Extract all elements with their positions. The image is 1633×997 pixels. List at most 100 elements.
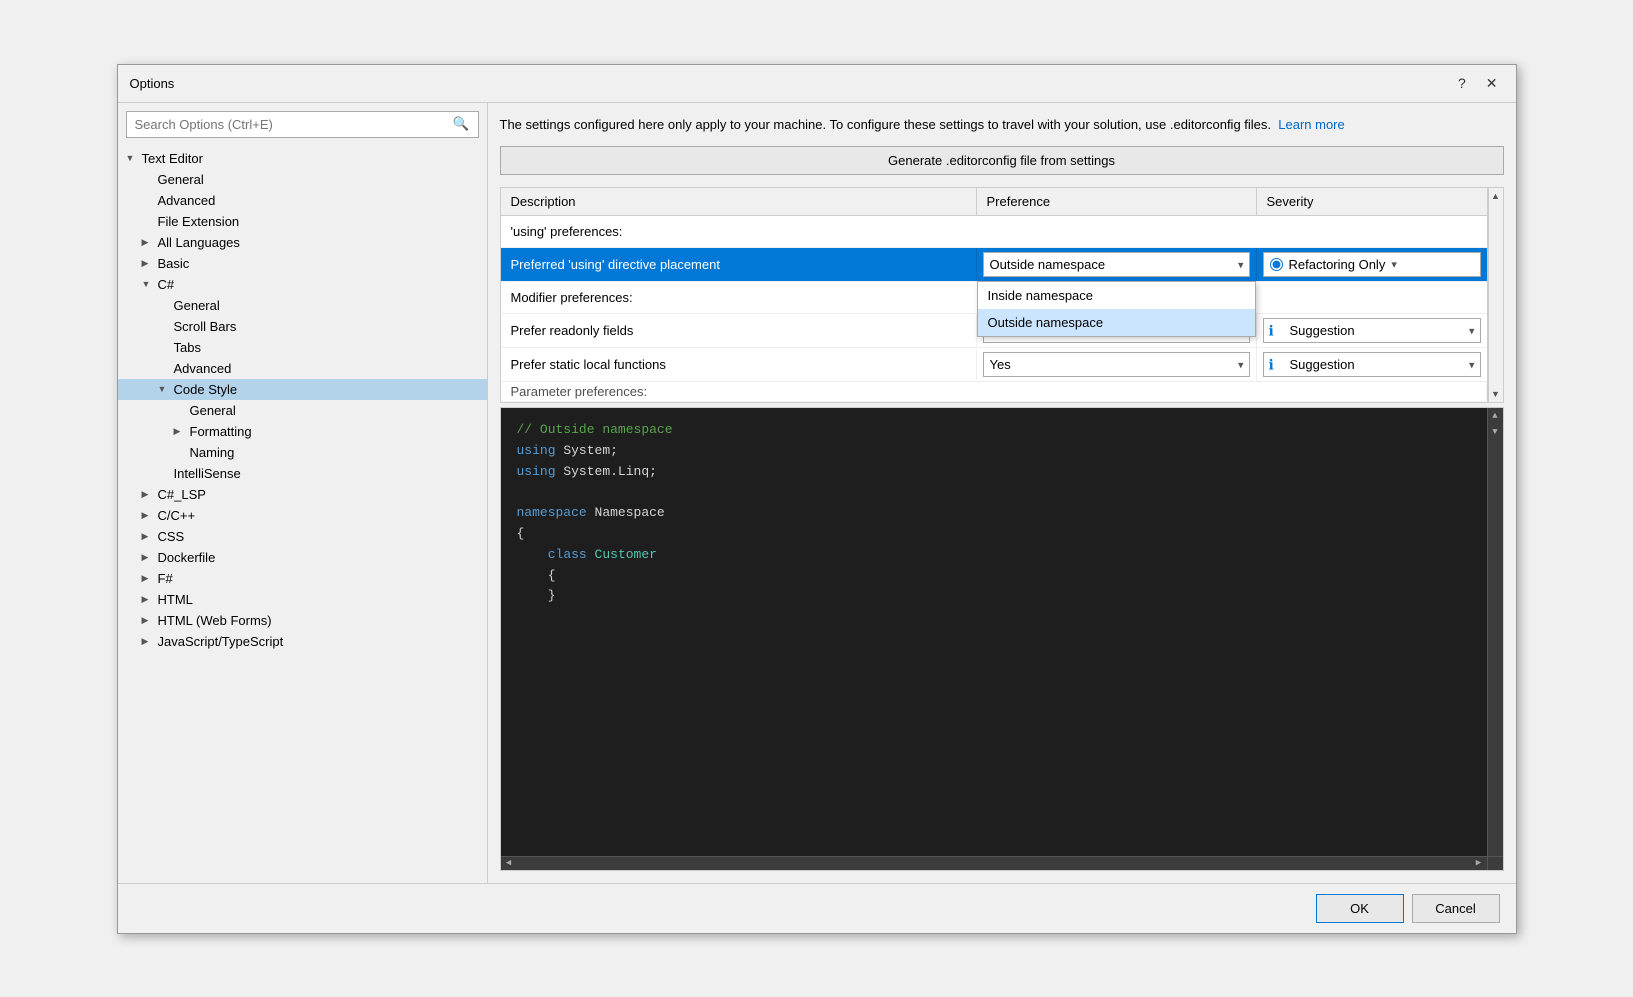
tree-arrow: ▼: [158, 384, 174, 394]
tree-label: Tabs: [174, 340, 201, 355]
tree-item-text-editor[interactable]: ▼Text Editor: [118, 148, 487, 169]
learn-more-link[interactable]: Learn more: [1278, 117, 1344, 132]
code-scrollbar-right[interactable]: ▲ ▼: [1487, 408, 1503, 856]
row-severity[interactable]: Refactoring Only ▾: [1257, 248, 1487, 281]
dialog-body: 🔍 ▼Text EditorGeneralAdvancedFile Extens…: [118, 103, 1516, 883]
tree-item-advanced-cs[interactable]: Advanced: [118, 358, 487, 379]
right-panel: The settings configured here only apply …: [488, 103, 1516, 883]
partial-description: Parameter preferences:: [501, 384, 1487, 399]
tree-item-code-style[interactable]: ▼Code Style: [118, 379, 487, 400]
tree-label: General: [158, 172, 204, 187]
preference-select[interactable]: Yes No: [983, 352, 1250, 377]
help-button[interactable]: ?: [1452, 73, 1472, 93]
row-description: Prefer static local functions: [501, 349, 977, 380]
code-line: {: [517, 566, 1487, 587]
row-severity[interactable]: Suggestion Warning Error None: [1257, 314, 1487, 347]
severity-select[interactable]: Suggestion Warning Error None: [1263, 318, 1481, 343]
severity-radio[interactable]: [1270, 258, 1283, 271]
tree-item-general[interactable]: General: [118, 169, 487, 190]
tree-item-javascript[interactable]: ▶JavaScript/TypeScript: [118, 631, 487, 652]
severity-radio-wrapper: Refactoring Only ▾: [1263, 252, 1481, 277]
left-panel: 🔍 ▼Text EditorGeneralAdvancedFile Extens…: [118, 103, 488, 883]
tree-item-formatting[interactable]: ▶Formatting: [118, 421, 487, 442]
code-text: {: [517, 526, 525, 541]
title-bar-controls: ? ✕: [1452, 73, 1504, 94]
tree-label: General: [174, 298, 220, 313]
tree-label: HTML: [158, 592, 193, 607]
tree-label: All Languages: [158, 235, 240, 250]
dropdown-option-inside[interactable]: Inside namespace: [978, 282, 1255, 309]
tree-arrow: ▶: [142, 237, 158, 248]
row-severity[interactable]: Suggestion Warning Error None: [1257, 348, 1487, 381]
info-text: The settings configured here only apply …: [500, 115, 1504, 135]
table-row[interactable]: Preferred 'using' directive placement Ou…: [501, 248, 1487, 282]
code-scroll-down[interactable]: ▼: [1488, 424, 1503, 440]
tree-label: Text Editor: [142, 151, 203, 166]
tree-label: Naming: [190, 445, 235, 460]
tree-container: ▼Text EditorGeneralAdvancedFile Extensio…: [118, 146, 487, 883]
tree-item-dockerfile[interactable]: ▶Dockerfile: [118, 547, 487, 568]
tree-arrow: ▶: [174, 426, 190, 437]
code-scrollbar-horizontal[interactable]: ◀ ▶: [501, 856, 1487, 870]
tree-item-basic[interactable]: ▶Basic: [118, 253, 487, 274]
tree-label: Formatting: [190, 424, 252, 439]
tree-item-fsharp[interactable]: ▶F#: [118, 568, 487, 589]
header-description: Description: [501, 188, 977, 215]
tree-item-csharp-lsp[interactable]: ▶C#_LSP: [118, 484, 487, 505]
search-icon-button[interactable]: 🔍: [445, 112, 478, 136]
keyword-class: class: [548, 547, 587, 562]
table-area: Description Preference Severity 'using' …: [500, 187, 1504, 403]
scroll-down-arrow[interactable]: ▼: [1489, 386, 1503, 402]
code-line: using System;: [517, 441, 1487, 462]
scroll-up-arrow[interactable]: ▲: [1489, 188, 1503, 204]
tree-item-scroll-bars[interactable]: Scroll Bars: [118, 316, 487, 337]
search-input[interactable]: [127, 112, 445, 137]
row-preference[interactable]: Yes No: [977, 348, 1257, 381]
code-hscroll-right[interactable]: ▶: [1471, 858, 1487, 868]
tree-item-csharp[interactable]: ▼C#: [118, 274, 487, 295]
keyword-namespace: namespace: [517, 505, 587, 520]
code-scroll-up[interactable]: ▲: [1488, 408, 1503, 424]
dropdown-option-outside[interactable]: Outside namespace: [978, 309, 1255, 336]
tree-item-file-extension[interactable]: File Extension: [118, 211, 487, 232]
tree-label: Code Style: [174, 382, 238, 397]
keyword-using: using: [517, 464, 556, 479]
table-row[interactable]: Prefer static local functions Yes No: [501, 348, 1487, 382]
tree-label: Advanced: [174, 361, 232, 376]
table-scrollbar[interactable]: ▲ ▼: [1488, 187, 1504, 403]
tree-item-cpp[interactable]: ▶C/C++: [118, 505, 487, 526]
code-content: // Outside namespace using System; using…: [501, 408, 1503, 619]
tree-item-all-languages[interactable]: ▶All Languages: [118, 232, 487, 253]
tree-label: Dockerfile: [158, 550, 216, 565]
tree-item-cs-general[interactable]: General: [118, 400, 487, 421]
tree-item-html[interactable]: ▶HTML: [118, 589, 487, 610]
table-row-partial: Parameter preferences:: [501, 382, 1487, 402]
tree-item-naming[interactable]: Naming: [118, 442, 487, 463]
close-button[interactable]: ✕: [1480, 73, 1504, 94]
tree-item-css[interactable]: ▶CSS: [118, 526, 487, 547]
scroll-track: [1489, 204, 1503, 386]
dropdown-popup: Inside namespace Outside namespace: [977, 281, 1256, 337]
tree-item-advanced-te[interactable]: Advanced: [118, 190, 487, 211]
cancel-button[interactable]: Cancel: [1412, 894, 1500, 923]
tree-label: F#: [158, 571, 173, 586]
severity-wrapper: Suggestion Warning Error None: [1263, 318, 1481, 343]
ok-button[interactable]: OK: [1316, 894, 1404, 923]
tree-item-html-webforms[interactable]: ▶HTML (Web Forms): [118, 610, 487, 631]
header-preference: Preference: [977, 188, 1257, 215]
code-line: // Outside namespace: [517, 420, 1487, 441]
severity-wrapper: Suggestion Warning Error None: [1263, 352, 1481, 377]
tree-arrow: ▼: [126, 153, 142, 163]
code-hscroll-left[interactable]: ◀: [501, 858, 517, 868]
header-severity: Severity: [1257, 188, 1487, 215]
generate-editorconfig-button[interactable]: Generate .editorconfig file from setting…: [500, 146, 1504, 175]
preference-select[interactable]: Outside namespace Inside namespace: [983, 252, 1250, 277]
preference-select-wrapper: Yes No: [983, 352, 1250, 377]
tree-item-tabs[interactable]: Tabs: [118, 337, 487, 358]
preference-select-wrapper: Outside namespace Inside namespace: [983, 252, 1250, 277]
tree-item-csharp-general[interactable]: General: [118, 295, 487, 316]
row-preference[interactable]: Outside namespace Inside namespace Insid…: [977, 248, 1257, 281]
tree-item-intellisense[interactable]: IntelliSense: [118, 463, 487, 484]
severity-select[interactable]: Suggestion Warning Error None: [1263, 352, 1481, 377]
comment-text: // Outside namespace: [517, 422, 673, 437]
